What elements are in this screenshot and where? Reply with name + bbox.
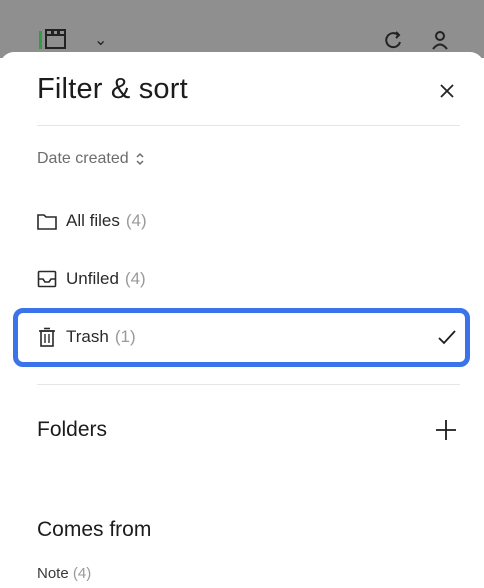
filter-item-all-files[interactable]: All files (4) (37, 206, 457, 236)
inbox-icon (37, 269, 57, 289)
divider (37, 384, 460, 385)
account-icon[interactable] (432, 30, 448, 50)
close-icon (440, 84, 454, 98)
filter-count: (1) (114, 327, 136, 346)
sidebar-toggle-icon[interactable] (38, 28, 68, 50)
trash-icon (37, 327, 57, 347)
close-button[interactable] (434, 78, 460, 104)
filter-label: All files (66, 211, 120, 230)
comes-from-heading: Comes from (37, 518, 152, 541)
source-count: (4) (72, 565, 92, 582)
sheet-title: Filter & sort (37, 73, 188, 105)
chevron-down-icon[interactable]: ⌄ (94, 30, 107, 50)
folders-heading: Folders (37, 418, 108, 441)
filter-label: Unfiled (66, 269, 119, 288)
filter-count: (4) (124, 269, 146, 288)
source-item-note[interactable]: Note (4) (37, 565, 91, 582)
checkmark-icon (438, 330, 456, 345)
sync-icon[interactable] (384, 30, 404, 50)
filter-count: (4) (125, 211, 147, 230)
sort-selector[interactable]: Date created (37, 150, 145, 168)
sort-label: Date created (37, 150, 129, 167)
filter-item-unfiled[interactable]: Unfiled (4) (37, 264, 457, 294)
filter-label: Trash (66, 327, 109, 346)
add-folder-button[interactable] (434, 418, 458, 442)
filter-item-trash[interactable]: Trash (1) (37, 322, 457, 352)
sort-chevron-icon (136, 152, 144, 166)
divider (37, 125, 460, 126)
top-app-bar: ⌄ (0, 0, 484, 58)
folder-icon (37, 211, 57, 231)
source-label: Note (37, 565, 69, 582)
